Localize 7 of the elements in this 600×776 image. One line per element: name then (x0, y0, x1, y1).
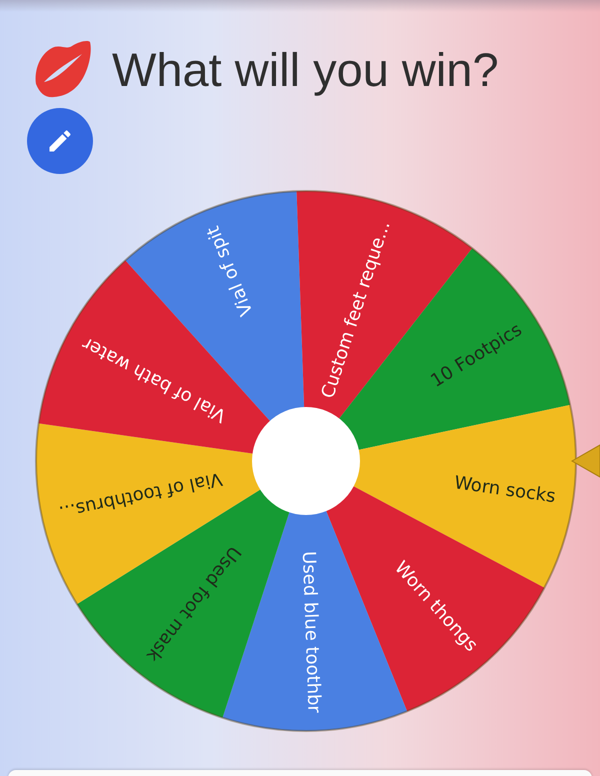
segment-label: Vial of bath water (78, 332, 230, 426)
segment-label: Vial of spit (202, 223, 258, 319)
segment-label: Worn socks (452, 472, 557, 508)
segment-label: Used blue toothbr (298, 550, 324, 714)
wheel-hub[interactable] (252, 407, 360, 515)
segment-label: Vial of toothbrus... (57, 468, 224, 523)
pointer-icon (571, 444, 600, 478)
